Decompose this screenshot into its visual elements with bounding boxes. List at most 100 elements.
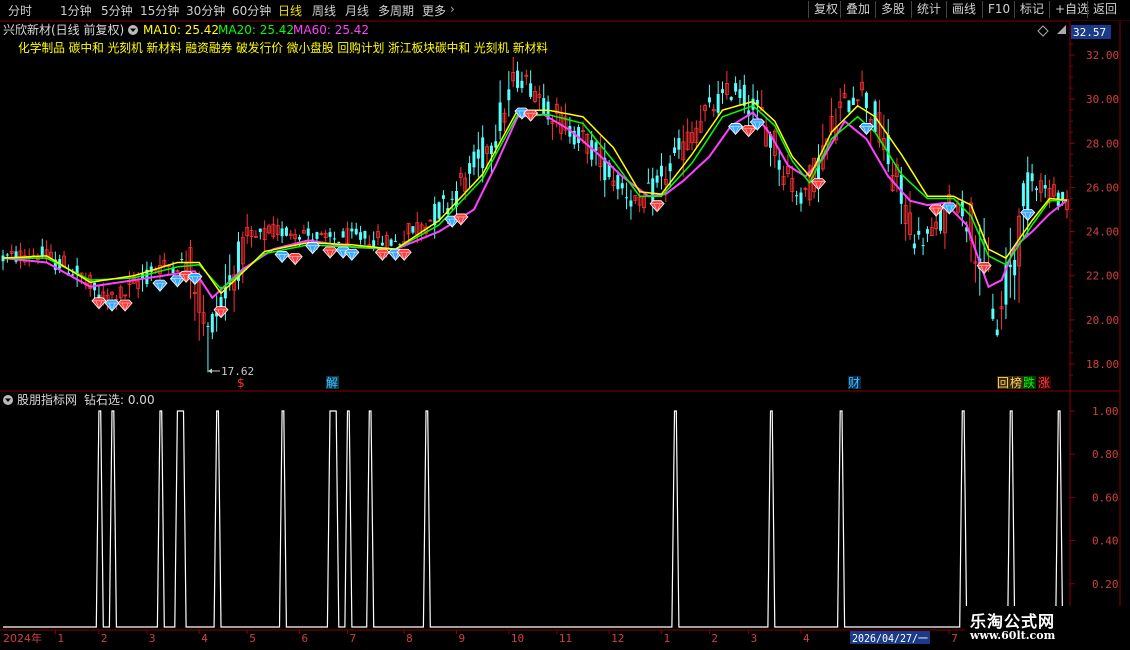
candle-body xyxy=(472,151,476,168)
expand-arrow-icon[interactable] xyxy=(1057,25,1066,34)
tag-fall-button[interactable]: 跌 xyxy=(1023,375,1035,390)
tab-timeshare[interactable]: 分时 xyxy=(8,2,32,19)
watermark: 乐淘公式网 www.60lt.com xyxy=(965,606,1125,646)
y-tick-label: 18.00 xyxy=(1086,358,1119,371)
indicator-value: 钻石选: 0.00 xyxy=(84,392,155,407)
date-cursor: 2026/04/27/一 xyxy=(852,632,928,645)
candle-body xyxy=(337,241,341,243)
x-tick-label: 11 xyxy=(559,632,572,645)
stats-button[interactable]: 统计 xyxy=(911,1,946,18)
candle-body xyxy=(354,228,358,235)
diamond-body xyxy=(104,299,120,312)
concept-tags: 化学制品 碳中和 光刻机 新材料 融资融券 破发行价 微小盘股 回购计划 浙江板… xyxy=(18,40,548,55)
overlay-button[interactable]: 叠加 xyxy=(840,1,875,18)
ma20-label: MA20: 25.42 xyxy=(218,23,294,37)
indicator-name[interactable]: 股朋指标网 xyxy=(17,392,77,407)
tab-daily[interactable]: 日线 xyxy=(278,2,302,19)
dividend-marker[interactable]: $ xyxy=(237,376,245,390)
candle-body xyxy=(912,243,916,249)
candle-body xyxy=(372,240,376,248)
diamond-icon xyxy=(305,242,321,255)
tab-5min[interactable]: 5分钟 xyxy=(101,2,133,19)
tab-more[interactable]: 更多 xyxy=(422,2,446,19)
unlock-marker[interactable]: 解 xyxy=(326,376,338,390)
candle-body xyxy=(729,96,733,101)
tab-30min[interactable]: 30分钟 xyxy=(186,2,225,19)
candle-body xyxy=(777,160,781,170)
tab-weekly[interactable]: 周线 xyxy=(312,2,336,19)
tag-return-button[interactable]: 回 xyxy=(997,376,1009,390)
x-tick-label: 8 xyxy=(406,632,413,645)
candle-body xyxy=(659,165,663,177)
adjust-button[interactable]: 复权 xyxy=(808,1,843,18)
tab-monthly[interactable]: 月线 xyxy=(345,2,369,19)
diamond-icon xyxy=(287,253,303,266)
candle-body xyxy=(411,226,415,233)
candle-body xyxy=(655,175,659,183)
tab-1min[interactable]: 1分钟 xyxy=(60,2,92,19)
diamond-icon xyxy=(104,299,120,312)
candle-body xyxy=(529,83,533,97)
candle-body xyxy=(738,89,742,99)
candle-body xyxy=(5,254,9,256)
diamond-outline-icon[interactable] xyxy=(1037,25,1049,37)
candle-body xyxy=(206,325,210,327)
chevron-right-icon[interactable]: › xyxy=(450,2,455,16)
indicator-settings-icon[interactable] xyxy=(3,395,13,405)
diamond-body xyxy=(741,125,757,138)
multi-stock-button[interactable]: 多股 xyxy=(875,1,910,18)
x-tick-label: 12 xyxy=(611,632,624,645)
diamond-body xyxy=(374,248,390,261)
diamond-icon xyxy=(91,297,107,310)
back-button[interactable]: 返回 xyxy=(1087,1,1122,18)
x-tick-label: 4 xyxy=(803,632,810,645)
candle-body xyxy=(494,141,498,148)
draw-button[interactable]: 画线 xyxy=(946,1,981,18)
signal-series xyxy=(3,410,1067,628)
finance-marker[interactable]: 财 xyxy=(848,376,860,390)
diamond-icon xyxy=(858,123,874,136)
candle-body xyxy=(468,163,472,174)
candle-body xyxy=(219,297,223,308)
candle-body xyxy=(393,240,397,242)
candle-body xyxy=(646,182,650,184)
mark-button[interactable]: 标记 xyxy=(1014,1,1049,18)
diamond-body xyxy=(187,273,203,286)
diamond-body xyxy=(976,262,992,275)
diamond-body xyxy=(344,248,360,261)
diamond-body xyxy=(322,246,338,259)
candle-body xyxy=(450,198,454,200)
candle-body xyxy=(40,246,44,257)
candle-body xyxy=(516,70,520,88)
y-tick-label: 24.00 xyxy=(1086,226,1119,239)
x-tick-label: 6 xyxy=(302,632,309,645)
y-tick-label: 28.00 xyxy=(1086,137,1119,150)
y-tick-label: 0.80 xyxy=(1092,448,1119,461)
candle-body xyxy=(481,137,485,169)
x-tick-label: 1 xyxy=(57,632,64,645)
candle-body xyxy=(734,83,738,92)
tab-60min[interactable]: 60分钟 xyxy=(232,2,271,19)
x-tick-label: 3 xyxy=(149,632,156,645)
y-tick-label: 0.20 xyxy=(1092,578,1119,591)
diamond-body xyxy=(810,178,826,191)
tag-rank-button[interactable]: 榜 xyxy=(1010,375,1022,390)
tab-multi-period[interactable]: 多周期 xyxy=(378,2,414,19)
y-tick-label: 0.60 xyxy=(1092,491,1119,504)
tag-rise-button[interactable]: 涨 xyxy=(1038,375,1050,390)
main-y-axis: 18.00 20.00 22.00 24.00 26.00 28.00 30.00 32.00 xyxy=(1070,43,1119,376)
f10-button[interactable]: F10 xyxy=(982,1,1015,18)
chart-canvas[interactable]: 18.00 20.00 22.00 24.00 26.00 28.00 30.00 32.00… xyxy=(0,0,1130,650)
candle-body xyxy=(995,329,999,336)
candle-body xyxy=(799,192,803,204)
candle-body xyxy=(751,98,755,110)
stock-title[interactable]: 兴欣新材(日线 前复权) xyxy=(3,22,124,37)
candle-body xyxy=(921,245,925,247)
x-tick-label: 10 xyxy=(511,632,524,645)
current-price: 32.57 xyxy=(1073,26,1106,39)
settings-icon[interactable] xyxy=(128,25,138,35)
candle-body xyxy=(489,145,493,155)
diamond-icon xyxy=(152,279,168,292)
diamond-icon xyxy=(741,125,757,138)
tab-15min[interactable]: 15分钟 xyxy=(140,2,179,19)
